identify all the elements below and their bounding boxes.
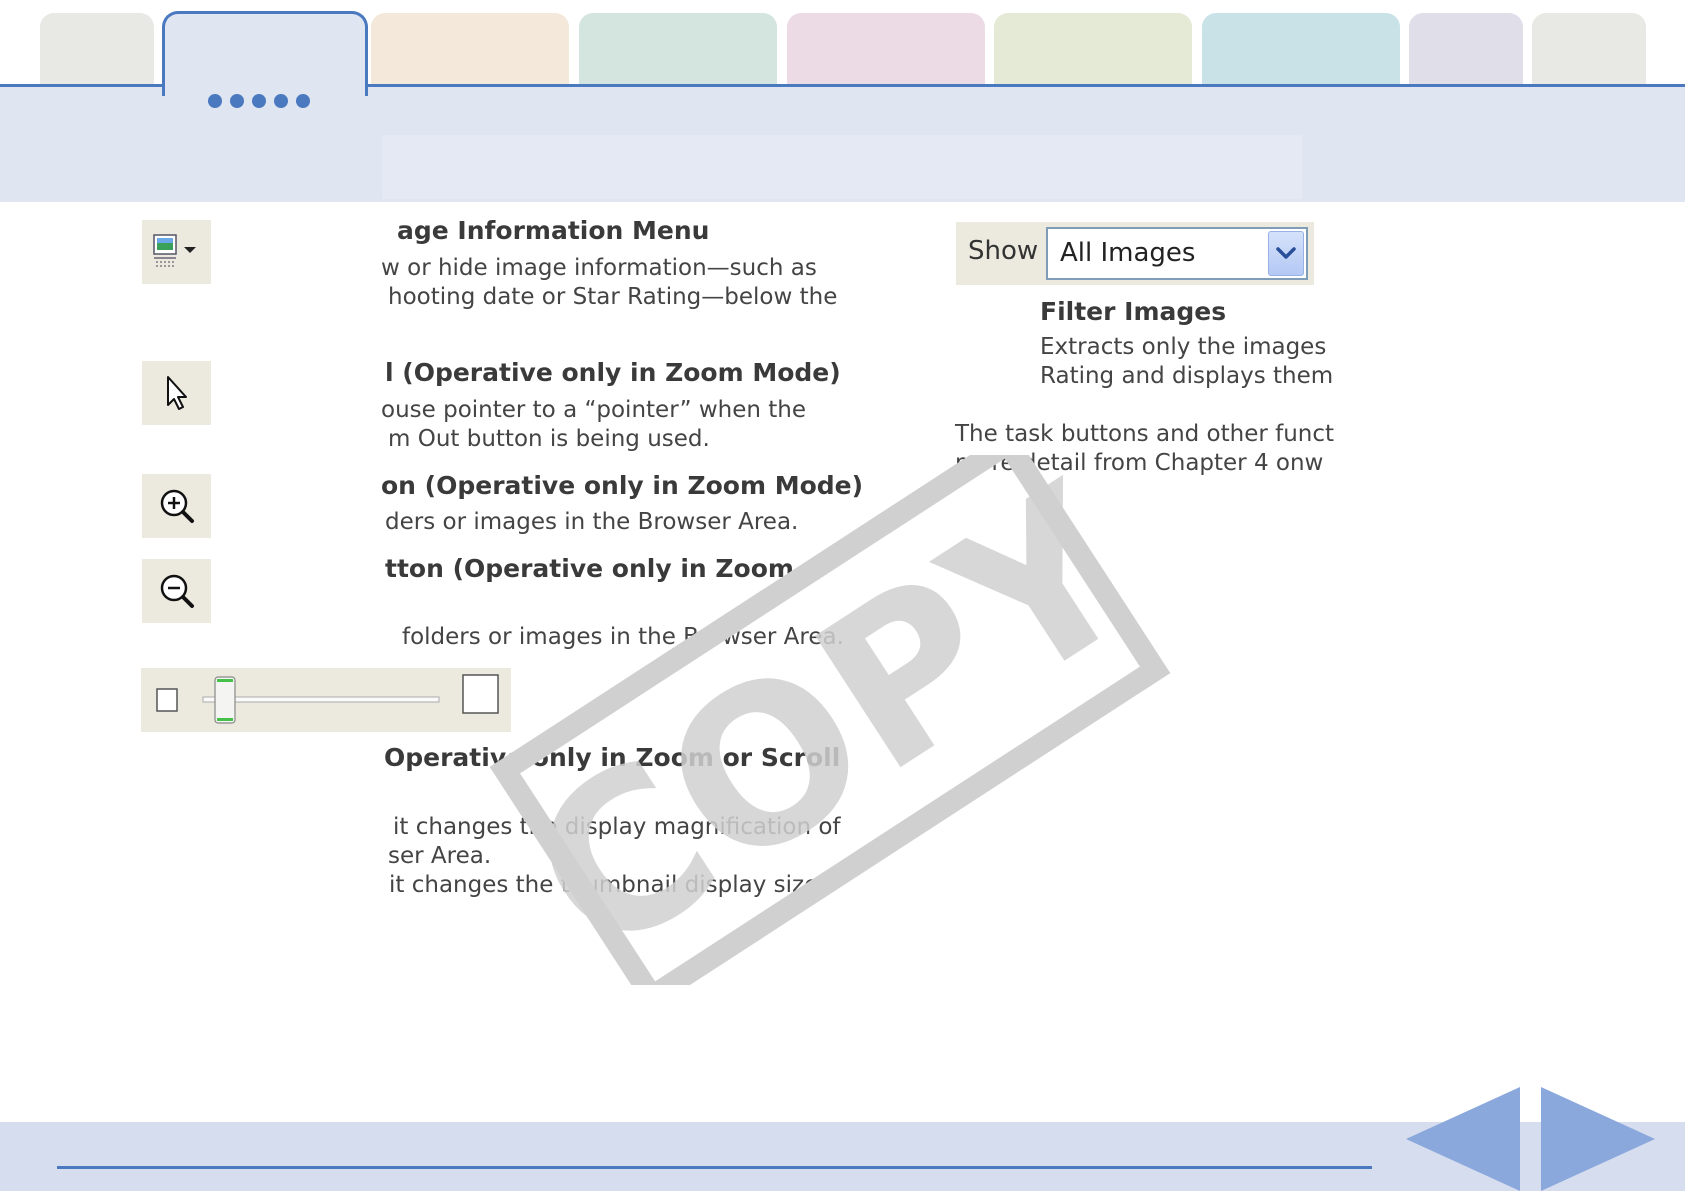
zoom-in-icon [160,489,194,523]
select-tool-heading: l (Operative only in Zoom Mode) [385,358,841,387]
filter-heading: Filter Images [1040,297,1227,326]
image-info-text-2: hooting date or Star Rating—below the [388,284,838,310]
next-page-icon[interactable] [1541,1087,1655,1191]
show-filter-select[interactable]: All Images [1046,227,1308,280]
select-tool-button[interactable] [142,361,211,425]
slider-text-1: it changes the display magnification of [393,814,841,840]
header-title-area [382,135,1302,199]
previous-page-icon[interactable] [1406,1087,1520,1191]
slider-thumb [214,676,236,724]
image-info-text-1: w or hide image information—such as [381,255,817,281]
page-dot [230,94,244,108]
footer-divider [57,1166,1372,1169]
image-info-icon [153,234,196,267]
tab-4[interactable] [579,13,777,85]
zoom-in-heading: on (Operative only in Zoom Mode) [381,471,864,500]
tab-3[interactable] [371,13,569,85]
zoom-slider[interactable] [141,668,511,732]
dropdown-button[interactable] [1268,231,1304,276]
image-info-heading: age Information Menu [397,216,710,245]
zoom-in-text-1: ders or images in the Browser Area. [385,509,799,535]
page-dot [296,94,310,108]
tab-6[interactable] [994,13,1192,85]
zoom-in-button[interactable] [142,474,211,538]
tab-2-active[interactable] [162,11,368,96]
zoom-out-heading: tton (Operative only in Zoom [385,554,794,583]
note-text-2: more detail from Chapter 4 onw [955,450,1324,476]
filter-text-2: Rating and displays them [1040,363,1334,389]
select-tool-text-2: m Out button is being used. [388,426,710,452]
image-info-button[interactable] [142,220,211,284]
zoom-out-text-1: folders or images in the Browser Area. [402,624,844,650]
tab-5[interactable] [787,13,985,85]
select-tool-text-1: ouse pointer to a “pointer” when the [381,397,807,423]
page-dot [274,94,288,108]
tab-1[interactable] [40,13,154,85]
zoom-out-icon [160,574,194,608]
tab-9[interactable] [1532,13,1646,85]
tab-7[interactable] [1202,13,1400,85]
slider-text-2: ser Area. [388,843,492,869]
slider-heading: Operative only in Zoom or Scroll [384,743,841,772]
page-indicator-dots [208,94,318,110]
note-text-1: The task buttons and other funct [955,421,1335,447]
page-dot [208,94,222,108]
show-filter-value: All Images [1060,238,1196,268]
small-size-icon [156,688,178,712]
zoom-out-button[interactable] [142,559,211,623]
large-size-icon [462,674,499,714]
slider-track [202,696,440,703]
show-label: Show [968,236,1039,266]
chevron-down-icon [1276,247,1296,259]
page-dot [252,94,266,108]
filter-text-1: Extracts only the images [1040,334,1327,360]
slider-text-3: it changes the thumbnail display size. [389,872,826,898]
pointer-arrow-icon [167,376,187,410]
zoom-slider-panel [141,668,511,732]
tab-8[interactable] [1409,13,1523,85]
show-filter-bar: Show All Images [956,222,1314,285]
tab-bar [0,0,1685,202]
